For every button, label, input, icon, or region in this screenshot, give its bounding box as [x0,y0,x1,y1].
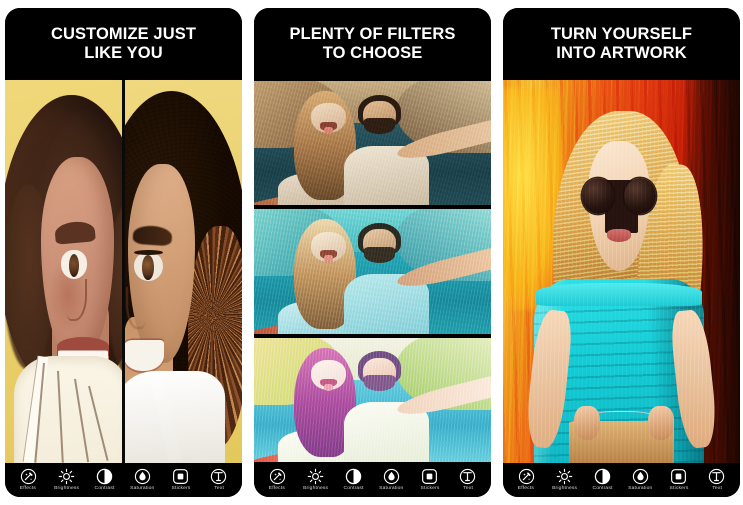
selfie-scene [254,337,491,462]
effects-wand-icon [518,468,534,485]
toolbar-item-contrast[interactable]: Contrast [86,468,122,490]
toolbar-label-text: Text [462,484,473,491]
toolbar-label-stickers: Stickers [420,484,440,491]
filter-thumbnail-turquoise-impasto[interactable] [254,209,491,334]
panel-artwork-headline: TURN YOURSELF INTO ARTWORK [503,8,740,80]
saturation-droplet-icon [632,468,649,485]
headline-line-2: LIKE YOU [84,44,163,62]
toolbar-item-text[interactable]: Text [699,468,735,490]
toolbar-item-stickers[interactable]: Stickers [412,468,448,490]
poster-hand-right [647,405,674,441]
stickers-square-icon [422,468,438,484]
contrast-half-circle-icon [594,468,611,485]
toolbar-label-text: Text [213,484,224,491]
editor-toolbar: Effects Brightness Contrast Saturation S… [5,463,242,497]
filter-thumbnail-stack [254,80,491,463]
scene-man-beard [364,246,395,263]
toolbar-label-contrast: Contrast [592,484,613,491]
text-t-icon [211,468,227,485]
stickers-square-icon [671,468,687,484]
toolbar-item-stickers[interactable]: Stickers [661,468,697,490]
editor-toolbar: Effects Brightness Contrast Saturation S… [254,463,491,497]
toolbar-label-stickers: Stickers [171,484,191,491]
toolbar-label-brightness: Brightness [551,484,577,491]
panel-customize-artwork [5,80,242,463]
poster-sunglasses-lens-left [582,177,614,215]
toolbar-label-text: Text [711,484,722,491]
toolbar-item-saturation[interactable]: Saturation [623,468,659,490]
headline-line-2: INTO ARTWORK [556,44,687,62]
toolbar-item-text[interactable]: Text [201,468,237,490]
pop-art-poster [503,80,740,463]
split-divider [122,80,125,463]
photo-iris [142,255,155,280]
editor-toolbar: Effects Brightness Contrast Saturation S… [503,463,740,497]
filter-thumbnail-warm-oil-paint[interactable] [254,81,491,206]
toolbar-item-saturation[interactable]: Saturation [125,468,161,490]
toolbar-item-contrast[interactable]: Contrast [335,468,371,490]
saturation-droplet-icon [383,468,400,485]
toolbar-item-stickers[interactable]: Stickers [163,468,199,490]
scene-woman-tongue [323,255,334,263]
toolbar-label-saturation: Saturation [130,484,155,491]
panel-filters: PLENTY OF FILTERS TO CHOOSE Effects Brig… [254,8,491,497]
toolbar-item-brightness[interactable]: Brightness [48,468,84,490]
contrast-half-circle-icon [96,468,113,485]
brightness-sun-icon [556,468,573,485]
selfie-scene [254,209,491,334]
headline-line-1: TURN YOURSELF [550,24,693,43]
before-after-split [5,80,242,463]
screenshot-gallery: CUSTOMIZE JUST LIKE YOU Effects Brightne… [0,0,743,505]
effects-wand-icon [20,468,36,485]
photo-smile [123,340,164,372]
toolbar-label-brightness: Brightness [302,484,328,491]
panel-filters-artwork [254,80,491,463]
poster-sunglasses-lens-right [624,177,656,215]
toolbar-item-effects[interactable]: Effects [259,468,295,490]
text-t-icon [460,468,476,485]
toolbar-item-brightness[interactable]: Brightness [297,468,333,490]
toolbar-item-effects[interactable]: Effects [508,468,544,490]
split-half-cartoon [5,80,124,463]
toolbar-label-effects: Effects [268,484,286,491]
panel-artwork-artwork [503,80,740,463]
stickers-square-icon [173,468,189,484]
toolbar-item-saturation[interactable]: Saturation [374,468,410,490]
filter-thumbnail-pastel-watercolor[interactable] [254,337,491,462]
headline-line-2: TO CHOOSE [322,44,423,62]
headline-line-1: CUSTOMIZE JUST [50,24,197,43]
poster-dress-shoulder-band [536,282,703,306]
poster-lips [607,229,631,242]
toolbar-item-brightness[interactable]: Brightness [546,468,582,490]
toolbar-item-contrast[interactable]: Contrast [584,468,620,490]
poster-sunglasses [582,177,656,215]
toolbar-item-effects[interactable]: Effects [10,468,46,490]
selfie-scene [254,81,491,206]
brightness-sun-icon [307,468,324,485]
effects-wand-icon [269,468,285,485]
panel-artwork: TURN YOURSELF INTO ARTWORK Effects Brigh… [503,8,740,497]
panel-filters-headline: PLENTY OF FILTERS TO CHOOSE [254,8,491,80]
toolbar-label-saturation: Saturation [628,484,653,491]
panel-customize: CUSTOMIZE JUST LIKE YOU Effects Brightne… [5,8,242,497]
saturation-droplet-icon [134,468,151,485]
toolbar-label-saturation: Saturation [379,484,404,491]
brightness-sun-icon [58,468,75,485]
contrast-half-circle-icon [345,468,362,485]
poster-hand-left [574,405,601,441]
toolbar-label-contrast: Contrast [94,484,115,491]
toolbar-label-effects: Effects [517,484,535,491]
panel-customize-headline: CUSTOMIZE JUST LIKE YOU [5,8,242,80]
toolbar-label-brightness: Brightness [53,484,79,491]
toolbar-label-stickers: Stickers [669,484,689,491]
split-half-photo [123,80,242,463]
text-t-icon [709,468,725,485]
toolbar-item-text[interactable]: Text [450,468,486,490]
toolbar-label-contrast: Contrast [343,484,364,491]
headline-line-1: PLENTY OF FILTERS [289,24,456,43]
toolbar-label-effects: Effects [19,484,37,491]
